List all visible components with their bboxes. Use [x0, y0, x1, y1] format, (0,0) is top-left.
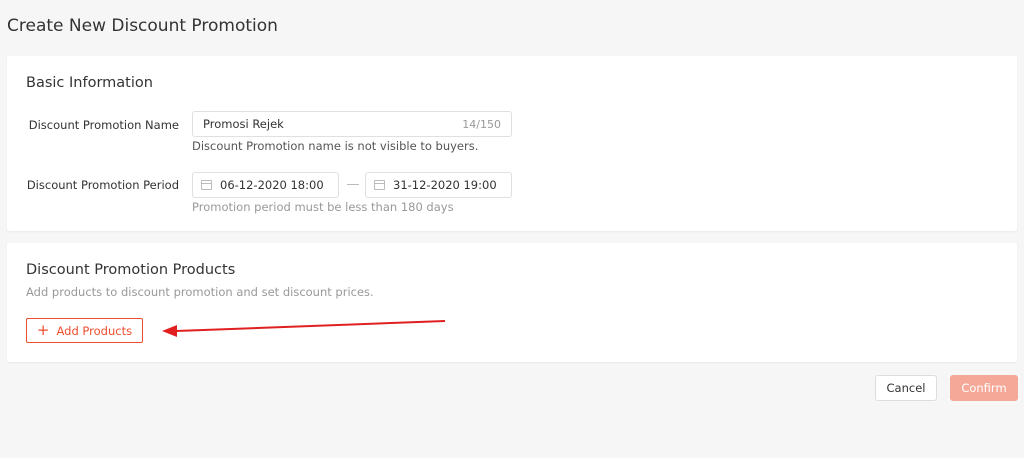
- promotion-name-label: Discount Promotion Name: [28, 118, 179, 132]
- promotion-name-value: Promosi Rejek: [203, 117, 284, 131]
- cancel-button[interactable]: Cancel: [875, 375, 937, 401]
- confirm-button[interactable]: Confirm: [950, 375, 1018, 401]
- character-counter: 14/150: [462, 117, 501, 131]
- basic-information-title: Basic Information: [26, 75, 153, 91]
- calendar-icon: [201, 180, 212, 190]
- promotion-period-hint: Promotion period must be less than 180 d…: [192, 200, 454, 214]
- promotion-period-label: Discount Promotion Period: [26, 178, 179, 192]
- promotion-products-card: Discount Promotion Products Add products…: [7, 243, 1017, 362]
- add-products-label: Add Products: [56, 323, 133, 338]
- start-date-input[interactable]: 06-12-2020 18:00: [192, 172, 339, 198]
- basic-information-card: Basic Information Discount Promotion Nam…: [7, 56, 1017, 231]
- plus-icon: +: [36, 321, 50, 339]
- promotion-name-hint: Discount Promotion name is not visible t…: [192, 139, 479, 153]
- page-title: Create New Discount Promotion: [7, 16, 278, 36]
- promotion-name-input[interactable]: Promosi Rejek 14/150: [192, 111, 512, 137]
- calendar-icon: [374, 180, 385, 190]
- start-date-value: 06-12-2020 18:00: [220, 178, 324, 192]
- promotion-products-subtitle: Add products to discount promotion and s…: [26, 285, 374, 299]
- date-range-separator: [347, 184, 359, 185]
- end-date-input[interactable]: 31-12-2020 19:00: [365, 172, 512, 198]
- add-products-button[interactable]: + Add Products: [26, 318, 143, 343]
- end-date-value: 31-12-2020 19:00: [393, 178, 497, 192]
- promotion-products-title: Discount Promotion Products: [26, 262, 236, 278]
